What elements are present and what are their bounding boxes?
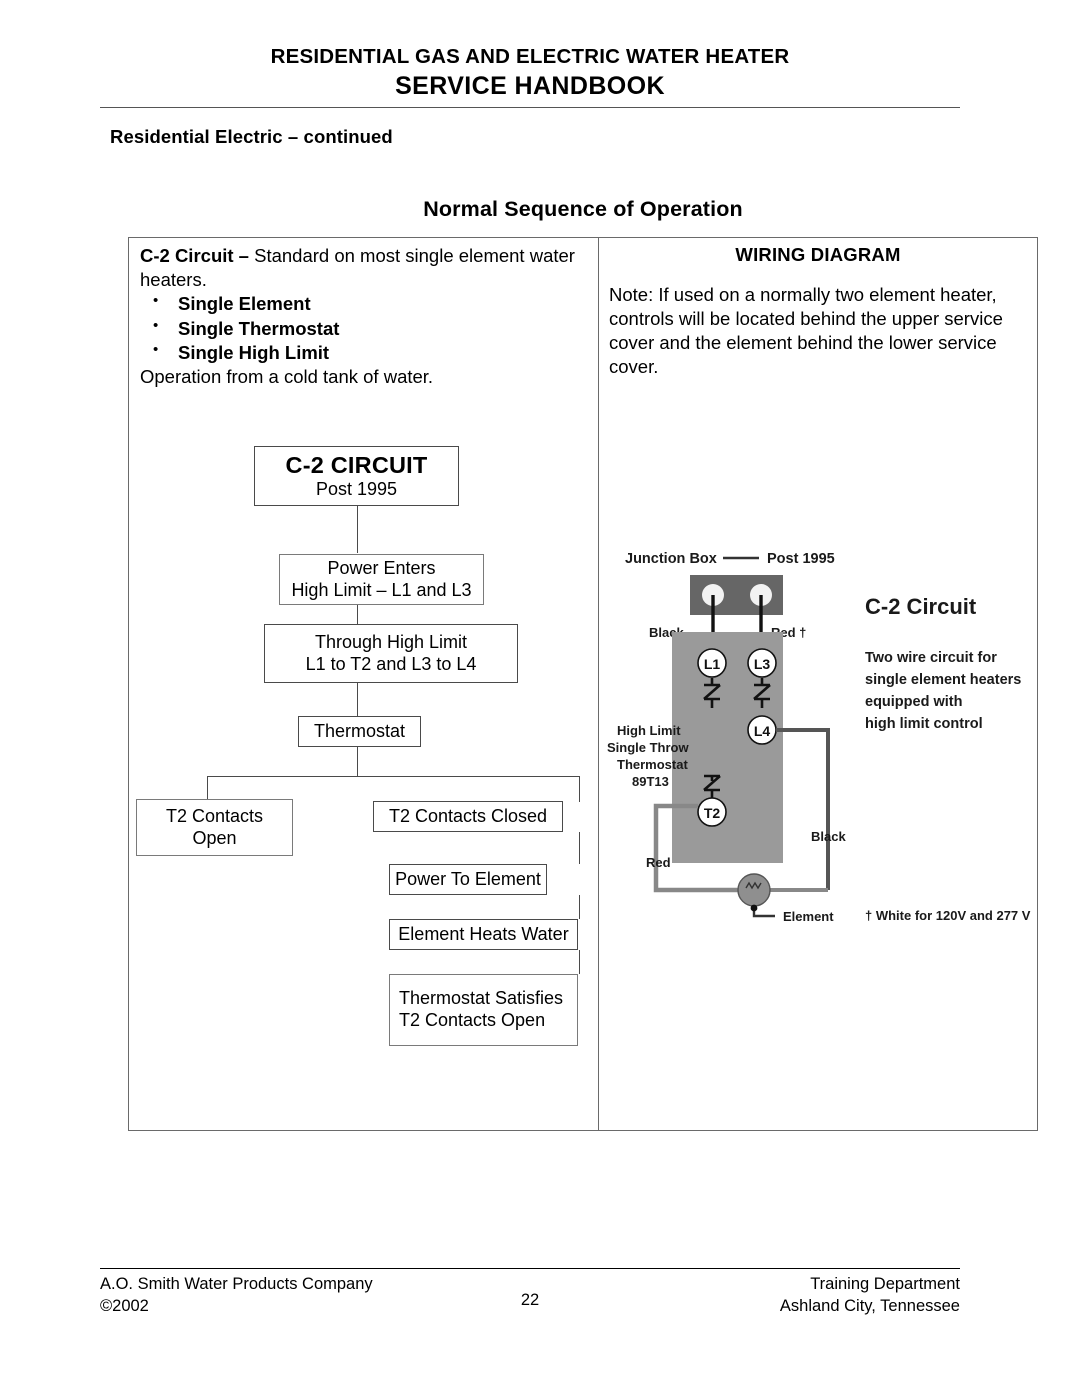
- flow-box-t2-contacts-open-line1: T2 Contacts: [165, 805, 264, 826]
- footer-divider: [100, 1268, 960, 1269]
- left-column: C-2 Circuit – Standard on most single el…: [129, 238, 599, 1130]
- header-title-line1: RESIDENTIAL GAS AND ELECTRIC WATER HEATE…: [270, 45, 790, 68]
- flow-box-power-enters: Power Enters High Limit – L1 and L3: [279, 554, 484, 605]
- label-desc-line3: equipped with: [865, 694, 962, 710]
- flow-box-thermostat-line1: Thermostat: [313, 720, 406, 741]
- label-post-1995: Post 1995: [767, 551, 835, 567]
- connector-c2-to-power: [357, 505, 359, 553]
- label-high-limit-line4: 89T13: [632, 774, 669, 789]
- flow-box-t2-contacts-closed-line1: T2 Contacts Closed: [388, 805, 548, 826]
- flow-box-through-high-limit: Through High Limit L1 to T2 and L3 to L4: [264, 624, 518, 683]
- connector-branch-horizontal: [207, 776, 580, 778]
- flow-box-t2-contacts-closed: T2 Contacts Closed: [373, 801, 563, 832]
- label-desc-line4: high limit control: [865, 716, 983, 732]
- wire-black-right: [776, 728, 830, 890]
- flow-box-power-to-element: Power To Element: [389, 864, 547, 895]
- element-symbol: [737, 873, 771, 907]
- flow-box-power-enters-line2: High Limit – L1 and L3: [291, 579, 472, 600]
- flow-box-t2-contacts-open-line2: Open: [192, 827, 237, 848]
- label-circuit-name: C-2 Circuit: [865, 594, 977, 619]
- page-header: RESIDENTIAL GAS AND ELECTRIC WATER HEATE…: [100, 44, 960, 102]
- flow-box-power-to-element-line1: Power To Element: [395, 868, 541, 889]
- flow-box-thermostat-satisfies: Thermostat Satisfies T2 Contacts Open: [389, 974, 578, 1046]
- label-high-limit-line2: Single Throw: [607, 740, 690, 755]
- wiring-diagram-figure: Junction Box Post 1995 Black Red † L1 L3…: [599, 238, 1039, 1129]
- wiring-diagram-svg: Junction Box Post 1995 Black Red † L1 L3…: [607, 551, 1031, 924]
- header-divider: [100, 107, 960, 108]
- flow-box-element-heats-water: Element Heats Water: [389, 919, 578, 950]
- label-element: Element: [783, 909, 834, 924]
- label-footnote: † White for 120V and 277 V: [865, 908, 1031, 923]
- connector-through-to-thermostat: [357, 682, 359, 716]
- terminal-t2-label: T2: [704, 805, 721, 821]
- flow-box-c2-circuit-sub: Post 1995: [315, 479, 398, 500]
- flow-box-c2-circuit-title: C-2 CIRCUIT: [285, 451, 428, 478]
- connector-power-element-to-heats: [579, 895, 581, 919]
- flow-box-power-enters-line1: Power Enters: [327, 557, 436, 578]
- terminal-l1-label: L1: [704, 656, 721, 672]
- page-title: Normal Sequence of Operation: [423, 197, 743, 221]
- flowchart: C-2 CIRCUIT Post 1995 Power Enters High …: [129, 238, 597, 1129]
- flow-box-c2-circuit: C-2 CIRCUIT Post 1995: [254, 446, 459, 506]
- flow-box-thermostat-satisfies-line2: T2 Contacts Open: [399, 1010, 546, 1030]
- flow-box-thermostat: Thermostat: [298, 716, 421, 747]
- footer-location: Ashland City, Tennessee: [779, 1296, 960, 1315]
- terminal-l4-label: L4: [754, 723, 771, 739]
- connector-branch-right: [579, 776, 581, 802]
- header-title-line2: SERVICE HANDBOOK: [395, 72, 665, 100]
- connector-thermostat-down: [357, 747, 359, 777]
- footer-right-block: Training Department Ashland City, Tennes…: [780, 1274, 960, 1318]
- label-desc-line1: Two wire circuit for: [865, 650, 997, 666]
- connector-power-to-through: [357, 604, 359, 625]
- element-leader-dot: [750, 904, 758, 912]
- flow-box-element-heats-water-line1: Element Heats Water: [398, 923, 569, 944]
- terminal-l3-label: L3: [754, 656, 771, 672]
- label-desc-line2: single element heaters: [865, 672, 1021, 688]
- connector-heats-to-satisfies: [579, 950, 581, 974]
- right-column: WIRING DIAGRAM Note: If used on a normal…: [599, 238, 1037, 1130]
- label-red-left: Red: [646, 855, 671, 870]
- content-table: C-2 Circuit – Standard on most single el…: [128, 237, 1038, 1131]
- label-high-limit-line1: High Limit: [617, 723, 681, 738]
- label-high-limit-line3: Thermostat: [617, 757, 688, 772]
- connector-closed-to-power-element: [579, 832, 581, 864]
- section-subtitle: Residential Electric – continued: [110, 126, 393, 147]
- connector-branch-left: [207, 776, 209, 800]
- flow-box-thermostat-satisfies-line1: Thermostat Satisfies: [399, 988, 564, 1009]
- footer-department: Training Department: [810, 1275, 960, 1293]
- flow-box-through-high-limit-line1: Through High Limit: [314, 631, 468, 652]
- label-junction-box: Junction Box: [625, 551, 717, 567]
- flow-box-t2-contacts-open: T2 Contacts Open: [136, 799, 293, 856]
- flow-box-through-high-limit-line2: L1 to T2 and L3 to L4: [305, 653, 477, 674]
- label-black-right: Black: [811, 829, 846, 844]
